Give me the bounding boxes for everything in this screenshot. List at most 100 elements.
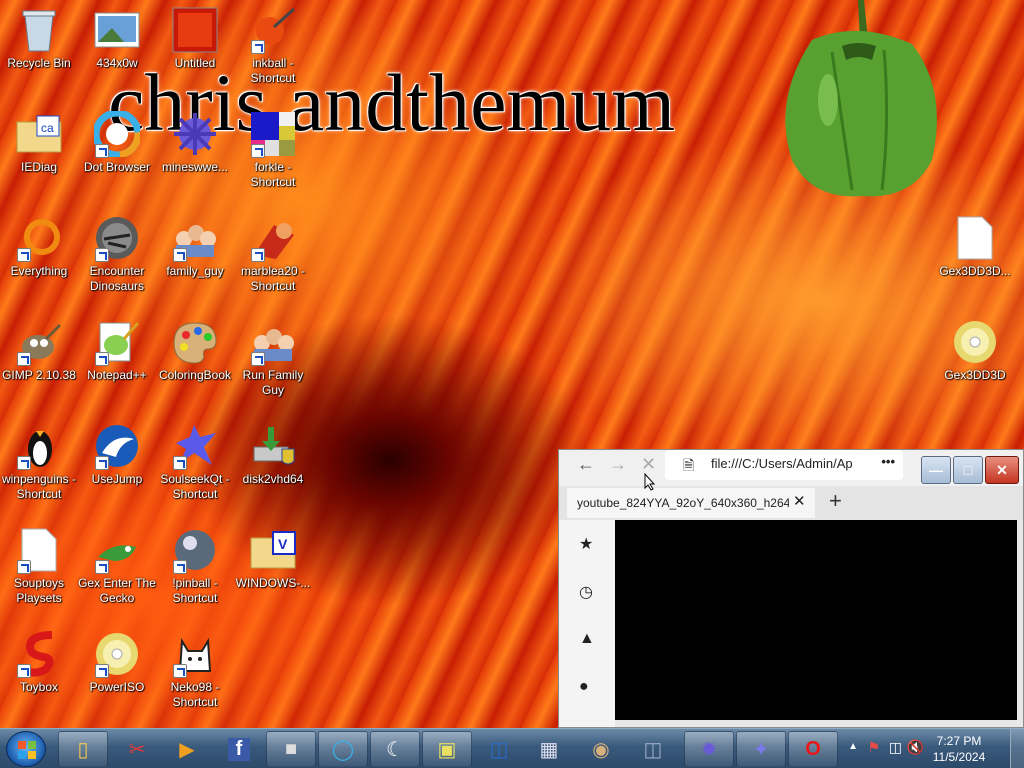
tab-video[interactable]: youtube_824YYA_92oY_640x360_h264.r	[567, 488, 815, 518]
desktop-icon-poweriso[interactable]: PowerISO	[78, 630, 156, 695]
desktop-icon-label: SoulseekQt - Shortcut	[160, 472, 230, 501]
desktop-icon-forkle[interactable]: forkle - Shortcut	[234, 110, 312, 190]
desktop-icon-coloringbook[interactable]: ColoringBook	[156, 318, 234, 383]
network-status-icon[interactable]: ◫	[889, 739, 902, 756]
maximize-button[interactable]: □	[953, 456, 983, 484]
sticky-notes-icon: ▣	[437, 738, 457, 761]
video-player[interactable]	[615, 520, 1017, 720]
desktop-icon-windows-folder[interactable]: V WINDOWS-...	[234, 526, 312, 591]
show-hidden-icons-icon[interactable]: ▲	[848, 741, 858, 752]
taskbar-dot-browser[interactable]: ◯	[318, 731, 368, 767]
desktop-icon-usejump[interactable]: UseJump	[78, 422, 156, 487]
taskbar-opera[interactable]: O	[788, 731, 838, 767]
desktop-icon-434x0w[interactable]: 434x0w	[78, 6, 156, 71]
shortcut-arrow-icon	[251, 144, 265, 158]
desktop-icon-untitled[interactable]: Untitled	[156, 6, 234, 71]
taskbar-paint[interactable]: ◉	[576, 731, 626, 767]
soulseek-icon: ✦	[752, 738, 770, 761]
recycle-bin-icon	[22, 10, 56, 52]
taskbar-snipping-tool[interactable]: ✂	[112, 731, 162, 767]
dot-browser-icon: ◯	[331, 738, 355, 761]
desktop-icon-iediag[interactable]: ca IEDiag	[0, 110, 78, 175]
shortcut-arrow-icon	[17, 664, 31, 678]
history-clock-icon[interactable]: ◷	[579, 582, 593, 602]
window-controls: — □ ✕	[921, 456, 1019, 484]
desktop-icon-label: Notepad++	[87, 368, 147, 382]
desktop-icon-gex-enter-the-gecko[interactable]: Gex Enter The Gecko	[78, 526, 156, 606]
taskbar-calculator[interactable]: ▦	[524, 731, 574, 767]
desktop-icon-winpenguins[interactable]: winpenguins - Shortcut	[0, 422, 78, 502]
desktop-icon-label: family_guy	[166, 264, 224, 278]
bookmarks-star-icon[interactable]: ★	[579, 534, 593, 554]
taskbar-remote-desktop[interactable]: ◫	[474, 731, 524, 767]
desktop-icon-encounter-dinosaurs[interactable]: Encounter Dinosaurs	[78, 214, 156, 294]
mine-icon	[174, 113, 216, 155]
desktop-icon-run-family-guy[interactable]: Run Family Guy	[234, 318, 312, 398]
desktop-icon-family-guy[interactable]: family_guy	[156, 214, 234, 279]
desktop-icon-disk2vhd64[interactable]: disk2vhd64	[234, 422, 312, 487]
desktop-icon-label: UseJump	[91, 472, 143, 486]
page-actions-button[interactable]: •••	[881, 454, 895, 469]
action-center-flag-icon[interactable]: ⚑	[867, 739, 880, 756]
shortcut-arrow-icon	[95, 352, 109, 366]
stop-icon[interactable]: ✕	[641, 454, 656, 475]
desktop-icon-inkball[interactable]: inkball - Shortcut	[234, 6, 312, 86]
minimize-button[interactable]: —	[921, 456, 951, 484]
taskbar-media-player[interactable]: ▶	[162, 731, 212, 767]
facebook-icon: f	[227, 737, 251, 761]
desktop-icon-pinball[interactable]: !pinball - Shortcut	[156, 526, 234, 606]
back-arrow-icon[interactable]: ←	[577, 454, 595, 475]
desktop-icon-neko98[interactable]: Neko98 - Shortcut	[156, 630, 234, 710]
desktop-icon-everything[interactable]: Everything	[0, 214, 78, 279]
shortcut-arrow-icon	[173, 560, 187, 574]
browser-window[interactable]: ← → ✕ 🗎 file:///C:/Users/Admin/Ap ••• — …	[558, 449, 1024, 728]
close-button[interactable]: ✕	[985, 456, 1019, 484]
desktop-icon-gex3dd3d-file[interactable]: Gex3DD3D...	[936, 214, 1014, 279]
taskbar-usejump[interactable]: ☾	[370, 731, 420, 767]
tab-title: youtube_824YYA_92oY_640x360_h264.r	[577, 496, 798, 510]
shortcut-arrow-icon	[17, 456, 31, 470]
address-bar[interactable]: 🗎 file:///C:/Users/Admin/Ap •••	[665, 450, 903, 480]
shortcut-arrow-icon	[17, 560, 31, 574]
desktop-icon-mineswwe[interactable]: mineswwe...	[156, 110, 234, 175]
taskbar-network[interactable]: ◫	[628, 731, 678, 767]
folder-icon: V	[250, 531, 296, 569]
desktop-icon-souptoys-playsets[interactable]: Souptoys Playsets	[0, 526, 78, 606]
taskbar-facebook[interactable]: f	[214, 731, 264, 767]
network-icon: ◫	[643, 738, 663, 761]
desktop-icon-label: ColoringBook	[158, 368, 232, 382]
account-icon[interactable]: ●	[579, 678, 589, 696]
start-button[interactable]	[6, 731, 46, 767]
desktop-icon-marblea20[interactable]: marblea20 - Shortcut	[234, 214, 312, 294]
media-player-icon: ▶	[179, 738, 195, 761]
clock[interactable]: 7:27 PM 11/5/2024	[924, 733, 994, 765]
taskbar-notes[interactable]: ▣	[422, 731, 472, 767]
taskbar-app-dark[interactable]: ■	[266, 731, 316, 767]
desktop-icon-notepad-plus-plus[interactable]: Notepad++	[78, 318, 156, 383]
taskbar-explorer[interactable]: ▯	[58, 731, 108, 767]
desktop-icon-label: Encounter Dinosaurs	[89, 264, 145, 293]
incognito-icon[interactable]: ▲	[579, 630, 595, 648]
show-desktop-button[interactable]	[1010, 729, 1024, 768]
desktop-icon-gex3dd3d[interactable]: Gex3DD3D	[936, 318, 1014, 383]
desktop-icon-label: GIMP 2.10.38	[2, 368, 76, 382]
taskbar-minesweeper[interactable]: ✹	[684, 731, 734, 767]
desktop-icon-toybox[interactable]: Toybox	[0, 630, 78, 695]
desktop-icon-recycle-bin[interactable]: Recycle Bin	[0, 6, 78, 71]
windows-logo-icon	[18, 741, 36, 759]
desktop-icon-label: Run Family Guy	[242, 368, 304, 397]
desktop-icon-gimp[interactable]: GIMP 2.10.38	[0, 318, 78, 383]
taskbar-soulseek[interactable]: ✦	[736, 731, 786, 767]
desktop-icon-label: Gex3DD3D	[944, 368, 1006, 382]
forward-arrow-icon[interactable]: →	[609, 454, 627, 475]
browser-sidebar: ★ ◷ ▲ ●	[559, 520, 615, 727]
tab-close-icon[interactable]: ✕	[789, 492, 810, 510]
desktop-icon-soulseekqt[interactable]: SoulseekQt - Shortcut	[156, 422, 234, 502]
volume-muted-icon[interactable]: 🔇	[907, 739, 924, 756]
shortcut-arrow-icon	[17, 352, 31, 366]
desktop-icon-dot-browser[interactable]: Dot Browser	[78, 110, 156, 175]
desktop-icon-label: Gex3DD3D...	[939, 264, 1011, 278]
monitor-icon: ◫	[489, 738, 509, 761]
desktop-icon-label: Everything	[10, 264, 68, 278]
new-tab-button[interactable]: +	[829, 488, 842, 514]
